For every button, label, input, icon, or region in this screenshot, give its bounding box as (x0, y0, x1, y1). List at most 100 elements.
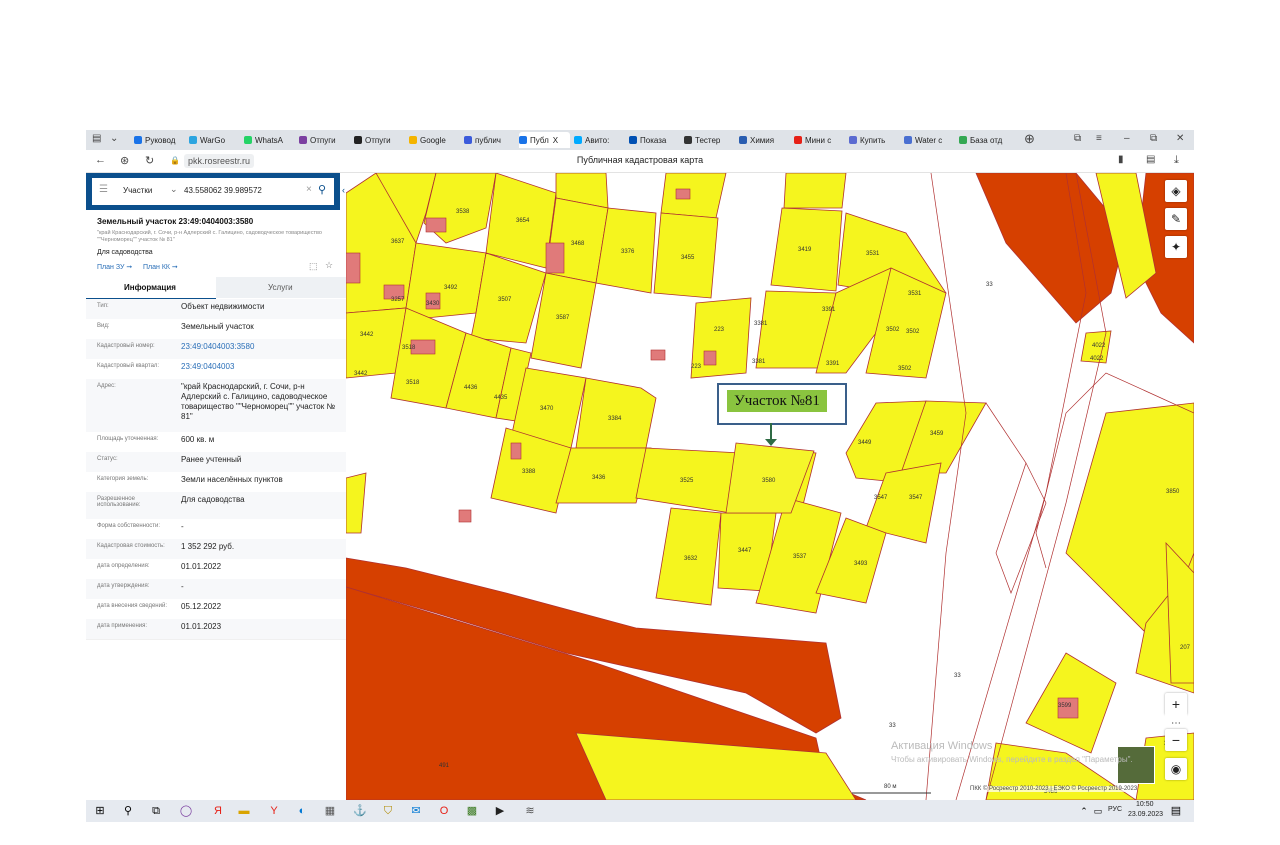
browser-tab[interactable]: Water c (904, 132, 955, 148)
edge-icon[interactable]: ◐ (294, 803, 310, 819)
browser-tab[interactable]: Авито: (574, 132, 625, 148)
category-select[interactable]: Участки (123, 186, 152, 195)
close-window-button[interactable]: ✕ (1176, 133, 1184, 144)
browser-tab[interactable]: Показа (629, 132, 680, 148)
collapse-panel-icon[interactable]: ‹ (342, 185, 345, 195)
restore-button[interactable]: ⧉ (1150, 133, 1157, 144)
parcel-number-label: 3449 (858, 440, 872, 446)
info-row-label: дата определения: (97, 563, 150, 569)
parcel-number-label: 3459 (930, 431, 944, 437)
satellite-thumbnail[interactable] (1117, 746, 1155, 784)
browser-tab[interactable]: Отпуги (299, 132, 350, 148)
zoom-out-button[interactable]: − (1165, 729, 1187, 751)
tab-close-icon[interactable]: X (553, 136, 558, 145)
tab-label: Авито: (585, 135, 610, 145)
alice-icon[interactable]: ◯ (178, 803, 194, 819)
info-row: дата определения: 01.01.2022 (86, 559, 346, 580)
browser-tab[interactable]: WarGo (189, 132, 240, 148)
notifications-icon[interactable]: ▤ (1168, 803, 1184, 819)
parcel-number-label: 3637 (391, 239, 405, 245)
browser-tab[interactable]: Тестер (684, 132, 735, 148)
tab-info[interactable]: Информация (86, 277, 216, 300)
scale-label: 80 м (884, 784, 897, 790)
browser-tab[interactable]: База отд (959, 132, 1010, 148)
browser-tab[interactable]: WhatsA (244, 132, 295, 148)
cadastral-map[interactable]: 3538 3654 3637 3468 3376 3455 3419 3531 3531 3492… (346, 173, 1194, 800)
search-icon[interactable]: ⚲ (120, 803, 136, 819)
network-app-icon[interactable]: ≋ (522, 803, 538, 819)
folder-icon[interactable]: ▬ (236, 803, 252, 819)
address-bar: ← ⊛ ↻ 🔒 pkk.rosreestr.ru Публичная кадас… (86, 150, 1194, 173)
info-row-link[interactable]: 23:49:0404003:3580 (181, 342, 341, 352)
info-row: Разрешенное использование: Для садоводств… (86, 492, 346, 520)
yandex-browser-icon[interactable]: Y (266, 803, 282, 819)
search-input[interactable]: 43.558062 39.989572 (184, 186, 262, 195)
app-icon[interactable]: ⚓ (352, 803, 368, 819)
tab-menu-chevron-icon[interactable]: ⌄ (110, 133, 118, 144)
parcel-number-label: 3381 (754, 321, 768, 327)
info-row: Форма собственности: - (86, 519, 346, 540)
new-tab-button[interactable]: ⊕ (1024, 131, 1035, 147)
hamburger-icon[interactable]: ☰ (99, 184, 108, 195)
browser-tab[interactable]: Химия (739, 132, 790, 148)
yandex-icon[interactable]: Я (210, 803, 226, 819)
zoom-to-icon[interactable]: ⬚ (309, 261, 318, 272)
ruler-button[interactable]: ✎ (1165, 208, 1187, 230)
browser-tab[interactable]: Публ X (519, 132, 570, 148)
tab-favicon-icon (134, 136, 142, 144)
download-icon[interactable]: ⤓ (1174, 154, 1179, 167)
collections-icon[interactable]: ⧉ (1074, 133, 1081, 144)
mail-icon[interactable]: ✉ (408, 803, 424, 819)
chevron-down-icon[interactable]: ⌄ (170, 184, 178, 195)
parcel-number-label: 3587 (556, 315, 570, 321)
search-input-container: ☰ Участки ⌄ 43.558062 39.989572 × ⚲ (92, 178, 334, 205)
windows-start-icon[interactable]: ⊞ (92, 803, 108, 819)
calculator-icon[interactable]: ▦ (322, 803, 338, 819)
parcel-number-label: 4435 (494, 395, 508, 401)
parcel-number-label: 3547 (874, 495, 888, 501)
plan-zu-link[interactable]: План ЗУ ➞ (97, 263, 132, 271)
star-icon[interactable]: ☆ (325, 260, 333, 271)
network-icon[interactable]: ▭ (1090, 803, 1106, 819)
parcel-number-label: 3492 (444, 285, 458, 291)
layers-button[interactable]: ◈ (1165, 180, 1187, 202)
opera-icon[interactable]: O (436, 803, 452, 819)
browser-tab[interactable]: Мини с (794, 132, 845, 148)
clear-icon[interactable]: × (306, 184, 312, 195)
info-row-label: Вид: (97, 323, 110, 329)
bookmark-icon[interactable]: ▮ (1118, 154, 1124, 165)
info-row-link[interactable]: 23:49:0404003 (181, 362, 341, 372)
parcel-number-label: 3531 (866, 251, 880, 257)
callout-arrowhead (765, 439, 777, 446)
shield-app-icon[interactable]: ⛉ (380, 803, 396, 819)
browser-window: ▤ ⌄ Руковод WarGo WhatsA Отпуги Отпуги Google… (86, 130, 1194, 822)
plan-kk-link[interactable]: План КК ➞ (143, 263, 178, 271)
tab-label: Отпуги (310, 135, 336, 145)
tab-overview-icon[interactable]: ▤ (92, 133, 101, 144)
language-indicator[interactable]: РУС (1108, 806, 1122, 813)
browser-tab[interactable]: Google (409, 132, 460, 148)
clock-time[interactable]: 10:50 (1136, 801, 1154, 808)
reader-icon[interactable]: ▤ (1146, 154, 1155, 165)
clock-date[interactable]: 23.09.2023 (1128, 811, 1163, 818)
media-player-icon[interactable]: ▶ (492, 803, 508, 819)
minimize-button[interactable]: – (1124, 133, 1130, 144)
locate-button[interactable]: ✦ (1165, 236, 1187, 258)
parcel-number-label: 3599 (1058, 703, 1072, 709)
browser-tab[interactable]: Руковод (134, 132, 185, 148)
browser-tab[interactable]: публич (464, 132, 515, 148)
zoom-in-button[interactable]: + (1165, 693, 1187, 715)
compass-button[interactable]: ◉ (1165, 758, 1187, 780)
tab-services[interactable]: Услуги (216, 277, 346, 298)
parcel-number-label: 3430 (426, 301, 440, 307)
browser-tab[interactable]: Отпуги (354, 132, 405, 148)
parcel-number-label: 3384 (608, 416, 622, 422)
tab-label: Google (420, 135, 446, 145)
task-view-icon[interactable]: ⧉ (148, 803, 164, 819)
minecraft-icon[interactable]: ▩ (464, 803, 480, 819)
menu-icon[interactable]: ≡ (1096, 133, 1102, 144)
search-icon[interactable]: ⚲ (318, 183, 326, 196)
land-parcel (575, 377, 657, 449)
browser-tab[interactable]: Купить (849, 132, 900, 148)
info-row-value: 01.01.2022 (181, 562, 222, 571)
